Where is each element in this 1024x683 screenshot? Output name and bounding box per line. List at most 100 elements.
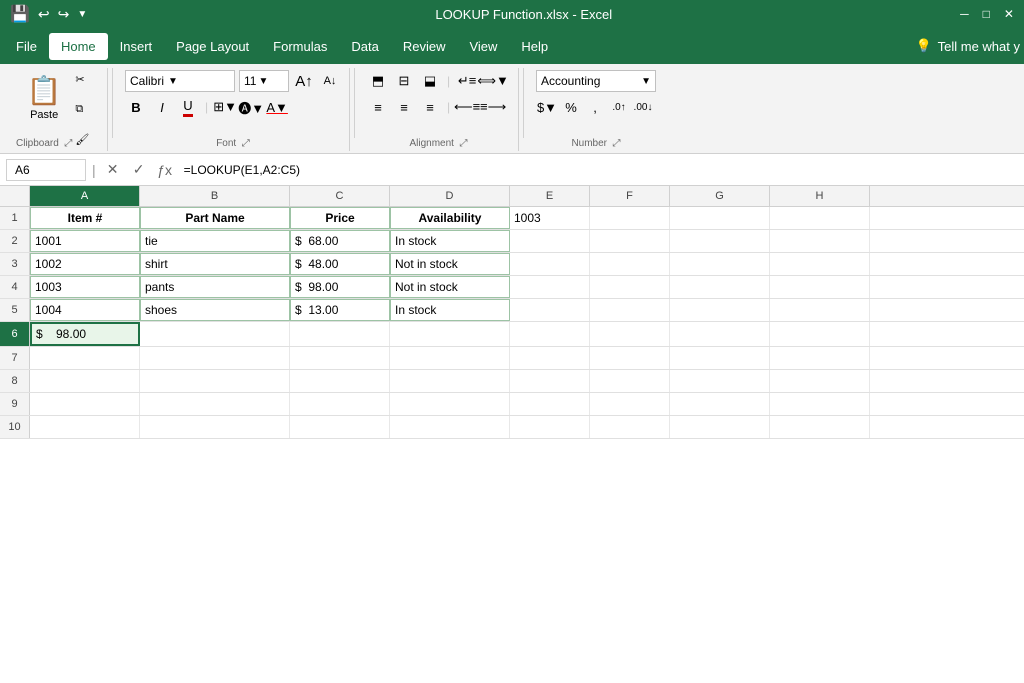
increase-font-button[interactable]: A↑: [293, 70, 315, 92]
cell-a7[interactable]: [30, 347, 140, 369]
col-header-b[interactable]: B: [140, 186, 290, 206]
bottom-align-button[interactable]: ⬓: [419, 70, 441, 92]
decrease-font-button[interactable]: A↓: [319, 70, 341, 92]
cell-b9[interactable]: [140, 393, 290, 415]
borders-button[interactable]: ⊞▼: [214, 96, 236, 118]
increase-indent-button[interactable]: ≡⟶: [482, 96, 504, 118]
cell-h10[interactable]: [770, 416, 870, 438]
cell-b10[interactable]: [140, 416, 290, 438]
top-align-button[interactable]: ⬒: [367, 70, 389, 92]
undo-icon[interactable]: ↩: [38, 6, 50, 23]
cell-c4[interactable]: $ 98.00: [290, 276, 390, 298]
cell-d7[interactable]: [390, 347, 510, 369]
cell-e1[interactable]: 1003: [510, 207, 590, 229]
menu-home[interactable]: Home: [49, 33, 108, 60]
align-right-button[interactable]: ≡: [419, 96, 441, 118]
merge-center-button[interactable]: ⟺▼: [482, 70, 504, 92]
cell-e2[interactable]: [510, 230, 590, 252]
wrap-text-button[interactable]: ↵≡: [456, 70, 478, 92]
cell-a5[interactable]: 1004: [30, 299, 140, 321]
cut-button[interactable]: ✂: [72, 72, 92, 87]
cell-e9[interactable]: [510, 393, 590, 415]
cell-e3[interactable]: [510, 253, 590, 275]
cell-f6[interactable]: [590, 322, 670, 346]
cancel-formula-button[interactable]: ✕: [102, 159, 124, 181]
align-left-button[interactable]: ≡: [367, 96, 389, 118]
cell-g2[interactable]: [670, 230, 770, 252]
cell-name-box[interactable]: A6: [6, 159, 86, 181]
cell-e4[interactable]: [510, 276, 590, 298]
cell-h6[interactable]: [770, 322, 870, 346]
percent-button[interactable]: %: [560, 96, 582, 118]
cell-h4[interactable]: [770, 276, 870, 298]
cell-f10[interactable]: [590, 416, 670, 438]
col-header-a[interactable]: A: [30, 186, 140, 206]
paste-button[interactable]: 📋 Paste: [19, 70, 70, 125]
font-name-selector[interactable]: Calibri ▼: [125, 70, 235, 92]
cell-b7[interactable]: [140, 347, 290, 369]
cell-f2[interactable]: [590, 230, 670, 252]
menu-review[interactable]: Review: [391, 33, 458, 60]
cell-c8[interactable]: [290, 370, 390, 392]
confirm-formula-button[interactable]: ✓: [128, 159, 150, 181]
cell-b4[interactable]: pants: [140, 276, 290, 298]
fill-color-button[interactable]: 🅐▼: [240, 96, 262, 118]
cell-e7[interactable]: [510, 347, 590, 369]
number-format-selector[interactable]: Accounting ▼: [536, 70, 656, 92]
cell-h1[interactable]: [770, 207, 870, 229]
bold-button[interactable]: B: [125, 96, 147, 118]
cell-e6[interactable]: [510, 322, 590, 346]
cell-d4[interactable]: Not in stock: [390, 276, 510, 298]
cell-g7[interactable]: [670, 347, 770, 369]
italic-button[interactable]: I: [151, 96, 173, 118]
cell-a1[interactable]: Item #: [30, 207, 140, 229]
cell-a9[interactable]: [30, 393, 140, 415]
cell-f9[interactable]: [590, 393, 670, 415]
col-header-g[interactable]: G: [670, 186, 770, 206]
underline-button[interactable]: U: [177, 96, 199, 118]
font-size-selector[interactable]: 11 ▼: [239, 70, 289, 92]
cell-a3[interactable]: 1002: [30, 253, 140, 275]
cell-b8[interactable]: [140, 370, 290, 392]
cell-b6[interactable]: [140, 322, 290, 346]
menu-insert[interactable]: Insert: [108, 33, 165, 60]
cell-d3[interactable]: Not in stock: [390, 253, 510, 275]
cell-d9[interactable]: [390, 393, 510, 415]
cell-g1[interactable]: [670, 207, 770, 229]
cell-h7[interactable]: [770, 347, 870, 369]
align-center-button[interactable]: ≡: [393, 96, 415, 118]
cell-h3[interactable]: [770, 253, 870, 275]
cell-h5[interactable]: [770, 299, 870, 321]
menu-view[interactable]: View: [457, 33, 509, 60]
cell-e5[interactable]: [510, 299, 590, 321]
font-color-button[interactable]: A▼: [266, 96, 288, 118]
cell-d10[interactable]: [390, 416, 510, 438]
cell-a4[interactable]: 1003: [30, 276, 140, 298]
redo-icon[interactable]: ↪: [58, 6, 70, 23]
menu-help[interactable]: Help: [509, 33, 560, 60]
col-header-e[interactable]: E: [510, 186, 590, 206]
cell-d5[interactable]: In stock: [390, 299, 510, 321]
cell-e8[interactable]: [510, 370, 590, 392]
cell-h2[interactable]: [770, 230, 870, 252]
cell-f8[interactable]: [590, 370, 670, 392]
cell-d6[interactable]: [390, 322, 510, 346]
copy-button[interactable]: ⧉: [72, 102, 92, 117]
cell-f5[interactable]: [590, 299, 670, 321]
cell-f1[interactable]: [590, 207, 670, 229]
cell-c5[interactable]: $ 13.00: [290, 299, 390, 321]
menu-data[interactable]: Data: [339, 33, 390, 60]
cell-c6[interactable]: [290, 322, 390, 346]
decrease-decimal-button[interactable]: .00↓: [632, 96, 654, 118]
quick-access-dropdown[interactable]: ▼: [77, 9, 87, 20]
middle-align-button[interactable]: ⊟: [393, 70, 415, 92]
cell-g3[interactable]: [670, 253, 770, 275]
cell-b1[interactable]: Part Name: [140, 207, 290, 229]
cell-c10[interactable]: [290, 416, 390, 438]
col-header-c[interactable]: C: [290, 186, 390, 206]
cell-g4[interactable]: [670, 276, 770, 298]
cell-a8[interactable]: [30, 370, 140, 392]
window-controls-right[interactable]: ─ □ ✕: [960, 7, 1014, 21]
cell-c9[interactable]: [290, 393, 390, 415]
formula-input[interactable]: [180, 163, 1018, 177]
